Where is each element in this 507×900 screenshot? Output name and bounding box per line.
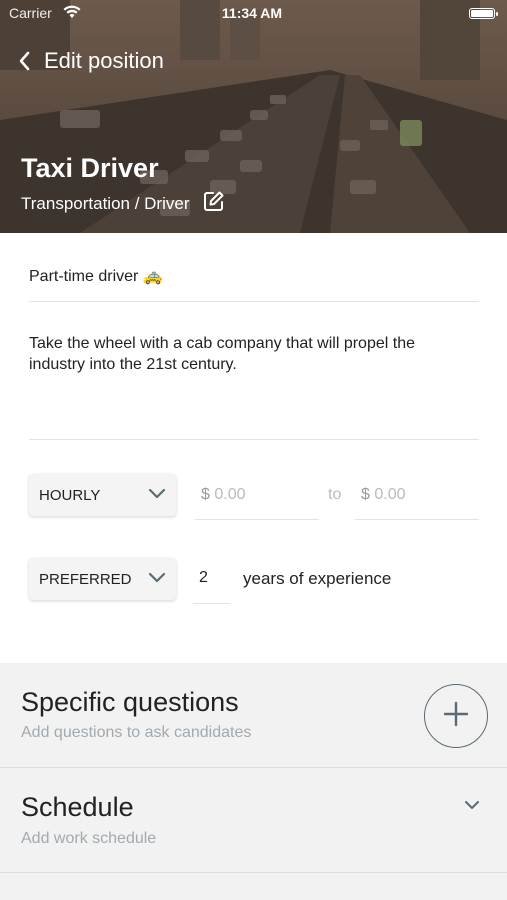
- years-input-underline: [193, 603, 230, 604]
- max-pay-placeholder: 0.00: [374, 486, 406, 503]
- position-category: Transportation / Driver: [21, 193, 190, 213]
- min-pay-placeholder: 0.00: [214, 486, 246, 503]
- questions-title: Specific questions: [21, 687, 239, 717]
- max-pay-underline: [355, 519, 479, 520]
- currency-symbol: $: [201, 486, 210, 503]
- max-pay-input[interactable]: $ 0.00: [361, 486, 406, 504]
- next-section: [0, 873, 507, 900]
- add-question-button[interactable]: [424, 684, 488, 748]
- chevron-down-icon: [148, 487, 166, 504]
- schedule-title: Schedule: [21, 792, 134, 822]
- experience-requirement-dropdown[interactable]: PREFERRED: [29, 558, 176, 600]
- min-pay-underline: [195, 519, 319, 520]
- edit-icon[interactable]: [203, 190, 225, 217]
- status-time: 11:34 AM: [221, 5, 283, 21]
- chevron-left-icon: [18, 50, 32, 72]
- min-pay-input[interactable]: $ 0.00: [201, 486, 246, 504]
- back-button[interactable]: Edit position: [18, 48, 164, 74]
- rate-type-value: HOURLY: [39, 486, 101, 504]
- experience-requirement-value: PREFERRED: [39, 570, 132, 588]
- rate-type-dropdown[interactable]: HOURLY: [29, 474, 176, 516]
- to-label: to: [328, 486, 342, 503]
- category-row: Transportation / Driver: [21, 190, 225, 217]
- position-name-field[interactable]: Part-time driver 🚕: [29, 266, 163, 286]
- schedule-subtitle: Add work schedule: [21, 830, 157, 847]
- chevron-down-icon[interactable]: [464, 798, 480, 816]
- position-title: Taxi Driver: [21, 153, 159, 183]
- plus-icon: [443, 701, 469, 732]
- chevron-down-icon: [148, 571, 166, 588]
- nav-title: Edit position: [44, 48, 164, 73]
- status-bar: Carrier 11:34 AM: [9, 5, 498, 23]
- header-banner: Carrier 11:34 AM Edit position Taxi Driv…: [0, 0, 507, 233]
- years-label: years of experience: [243, 569, 392, 588]
- description-field-underline: [29, 439, 479, 440]
- name-field-underline: [29, 301, 479, 302]
- schedule-section[interactable]: Schedule Add work schedule: [0, 768, 507, 872]
- battery-icon: [469, 8, 498, 19]
- questions-subtitle: Add questions to ask candidates: [21, 724, 252, 741]
- description-field[interactable]: Take the wheel with a cab company that w…: [29, 333, 469, 375]
- currency-symbol: $: [361, 486, 370, 503]
- years-input[interactable]: 2: [199, 569, 208, 587]
